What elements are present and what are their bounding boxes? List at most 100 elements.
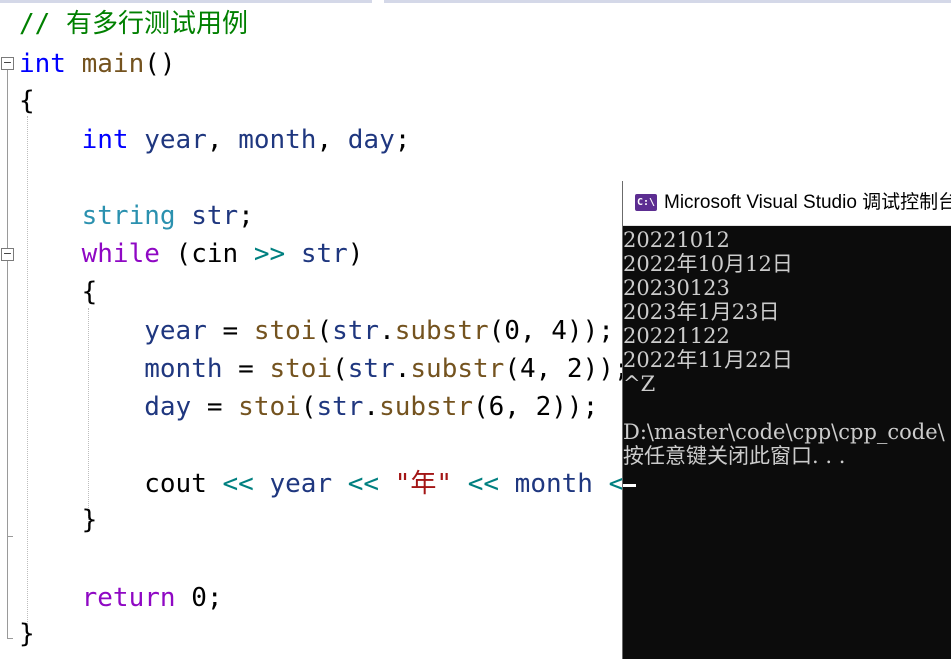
code-token: month: [144, 354, 223, 384]
code-token: int: [19, 49, 66, 79]
code-token: main: [81, 49, 145, 79]
code-token: str: [191, 201, 239, 231]
fold-end-while: [7, 536, 13, 537]
console-output-line: 20221012: [623, 228, 730, 252]
code-token: substr: [394, 316, 489, 346]
code-token: <<: [222, 469, 254, 499]
code-token: int: [81, 125, 129, 155]
code-line[interactable]: int year, month, day;: [19, 123, 411, 157]
code-line[interactable]: while (cin >> str): [19, 237, 364, 271]
code-line[interactable]: // 有多行测试用例: [19, 7, 248, 41]
code-line[interactable]: string str;: [19, 199, 254, 233]
code-token: =: [222, 354, 270, 384]
fold-toggle-main[interactable]: −: [1, 57, 14, 70]
console-output-line: 2022年11月22日: [623, 348, 793, 372]
code-token: (: [300, 392, 317, 422]
code-token: stoi: [253, 316, 317, 346]
code-token: year: [144, 125, 207, 155]
code-token: {: [19, 277, 98, 307]
code-line[interactable]: return 0;: [19, 581, 223, 615]
code-token: month: [514, 469, 593, 499]
console-output-line: 按任意键关闭此窗口. . .: [623, 444, 846, 468]
code-token: year: [144, 316, 207, 346]
code-token: string: [81, 201, 176, 231]
code-token: cin: [191, 239, 239, 269]
code-token: (): [144, 49, 176, 79]
code-line[interactable]: }: [19, 617, 35, 651]
code-token: str: [316, 392, 364, 422]
code-token: .: [379, 316, 395, 346]
code-token: 0;: [175, 583, 223, 613]
console-output-line: 20230123: [623, 276, 730, 300]
code-token: ,: [316, 125, 348, 155]
code-line[interactable]: {: [19, 275, 98, 309]
code-token: day: [144, 392, 192, 422]
console-output-line: ^Z: [623, 372, 656, 396]
console-output-line: 2023年1月23日: [623, 300, 780, 324]
code-token: while: [81, 239, 160, 269]
code-token: (: [332, 354, 348, 384]
code-token: >>: [253, 239, 286, 269]
console-titlebar[interactable]: C:\ Microsoft Visual Studio 调试控制台: [623, 181, 951, 226]
code-token: stoi: [269, 354, 333, 384]
code-token: (0, 4));: [488, 316, 614, 346]
console-output-line: 20221122: [623, 324, 730, 348]
fold-end-main: [7, 638, 13, 639]
fold-line-main: [7, 70, 8, 638]
code-token: (6, 2));: [473, 392, 599, 422]
code-token: .: [363, 392, 380, 422]
code-token: ,: [206, 125, 239, 155]
code-token: month: [238, 125, 317, 155]
code-token: year: [269, 469, 333, 499]
code-token: <<: [467, 469, 500, 499]
code-token: (: [159, 239, 192, 269]
code-token: stoi: [238, 392, 301, 422]
code-line[interactable]: cout << year << "年" << month <<: [19, 467, 640, 501]
code-token: str: [347, 354, 395, 384]
code-token: <<: [347, 469, 380, 499]
code-token: ;: [238, 201, 254, 231]
code-line[interactable]: int main(): [19, 47, 176, 81]
console-cursor: [623, 484, 636, 487]
code-token: .: [394, 354, 411, 384]
code-token: return: [81, 583, 176, 613]
code-token: day: [347, 125, 395, 155]
fold-toggle-while[interactable]: −: [1, 248, 14, 261]
code-token: substr: [410, 354, 505, 384]
code-line[interactable]: }: [19, 503, 98, 537]
code-token: {: [19, 86, 35, 116]
debug-console-window[interactable]: C:\ Microsoft Visual Studio 调试控制台 202210…: [622, 181, 951, 659]
code-token: =: [191, 392, 239, 422]
console-title: Microsoft Visual Studio 调试控制台: [664, 192, 951, 213]
code-token: substr: [379, 392, 473, 422]
code-line[interactable]: day = stoi(str.substr(6, 2));: [19, 390, 598, 424]
code-line[interactable]: {: [19, 84, 35, 118]
code-token: str: [300, 239, 348, 269]
code-token: "年": [394, 469, 453, 499]
vs-console-icon: C:\: [635, 194, 657, 211]
code-line[interactable]: year = stoi(str.substr(0, 4));: [19, 314, 614, 348]
code-line[interactable]: month = stoi(str.substr(4, 2));: [19, 352, 629, 386]
console-output-line: 2022年10月12日: [623, 252, 793, 276]
console-output[interactable]: 20221012 2022年10月12日 20230123 2023年1月23日 202…: [623, 227, 951, 659]
code-token: str: [332, 316, 380, 346]
code-token: (: [316, 316, 333, 346]
code-token: cout: [144, 469, 207, 499]
code-token: // 有多行测试用例: [19, 9, 248, 39]
code-token: ;: [394, 125, 411, 155]
